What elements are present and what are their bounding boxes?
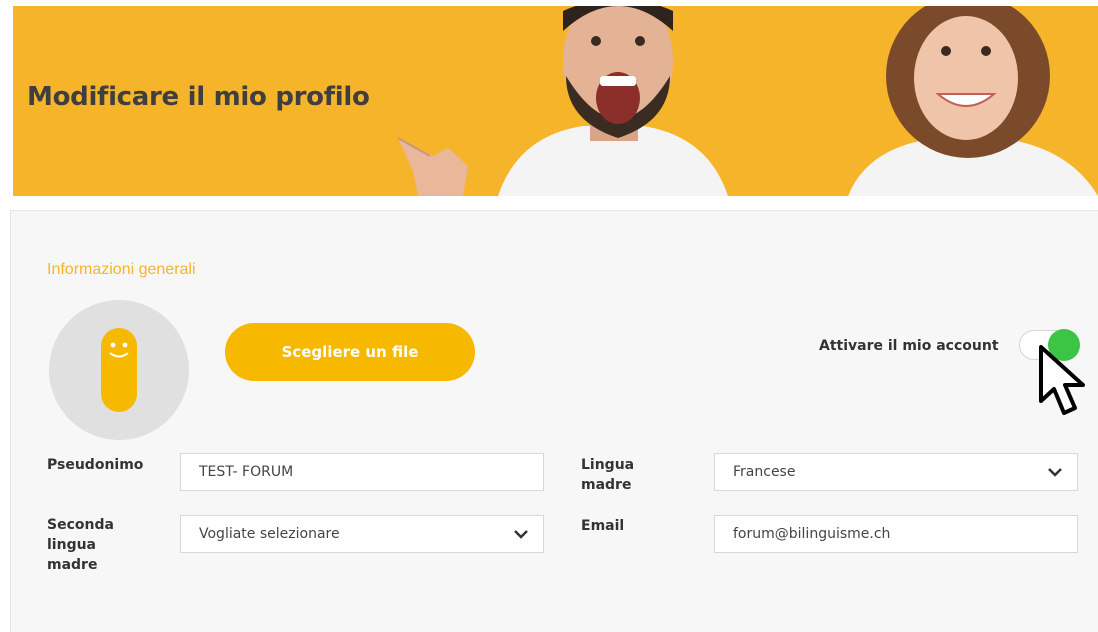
choose-file-button[interactable]: Scegliere un file (225, 323, 475, 381)
section-title: Informazioni generali (47, 261, 196, 278)
native-language-value: Francese (733, 464, 796, 480)
second-native-language-value: Vogliate selezionare (199, 526, 340, 542)
email-value: forum@bilinguisme.ch (733, 526, 891, 542)
email-input[interactable]: forum@bilinguisme.ch (714, 515, 1078, 553)
second-native-language-select[interactable]: Vogliate selezionare (180, 515, 544, 553)
activate-account-label: Attivare il mio account (819, 338, 999, 354)
chevron-down-icon (514, 530, 528, 539)
profile-form-card: Informazioni generali Scegliere un file … (10, 210, 1098, 632)
profile-banner: Modificare il mio profilo (13, 6, 1098, 196)
pseudonym-value: TEST- FORUM (199, 464, 294, 480)
banner-people-photo (397, 6, 1098, 196)
smiley-capsule-avatar-icon (101, 328, 137, 412)
native-language-label: Lingua madre (581, 457, 635, 493)
avatar[interactable] (49, 300, 189, 440)
chevron-down-icon (1048, 468, 1062, 477)
mouse-pointer-icon (1039, 345, 1085, 415)
pseudonym-input[interactable]: TEST- FORUM (180, 453, 544, 491)
native-language-select[interactable]: Francese (714, 453, 1078, 491)
page-title: Modificare il mio profilo (27, 82, 370, 112)
pseudonym-label: Pseudonimo (47, 457, 144, 473)
email-label: Email (581, 518, 625, 534)
second-native-language-label: Seconda lingua madre (47, 517, 114, 573)
